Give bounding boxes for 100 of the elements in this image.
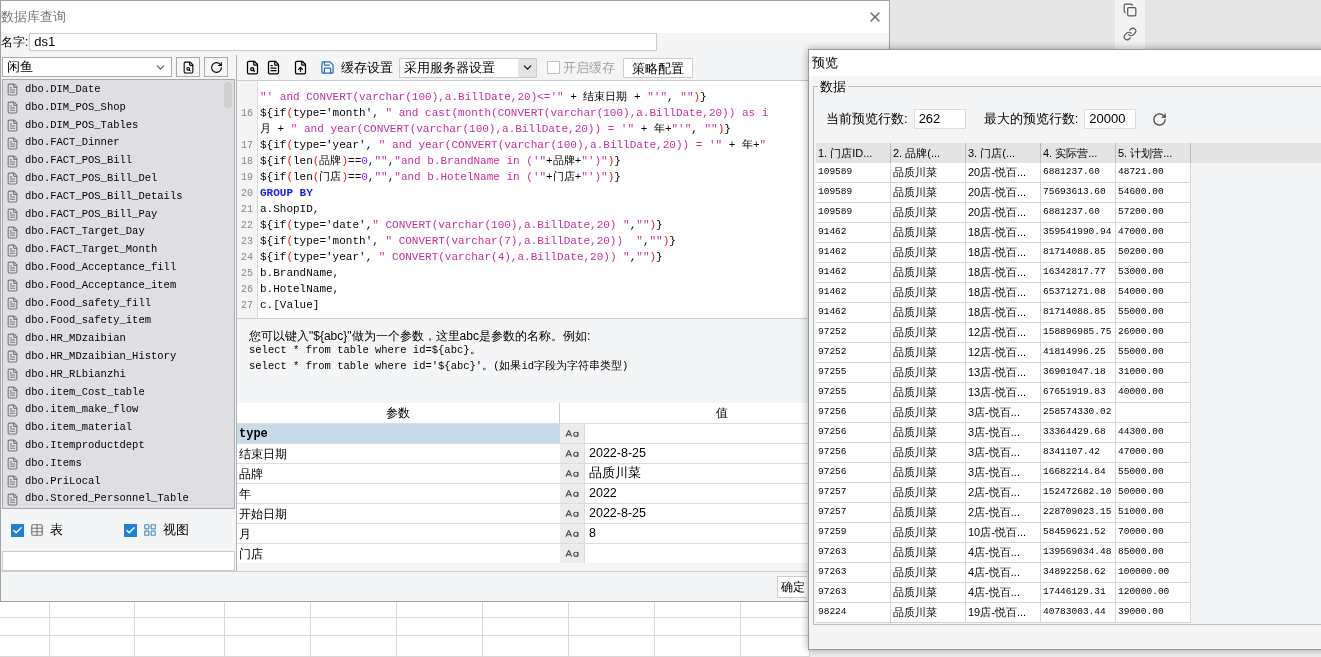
- line-number: 24: [241, 250, 253, 265]
- current-rows-field[interactable]: 262: [913, 109, 966, 129]
- param-value-field[interactable]: 2022: [584, 484, 806, 503]
- checkbox[interactable]: [11, 523, 24, 537]
- help-text: 您可以键入"${abc}"做为一个参数，这里abc是参数的名称。例如:: [249, 328, 591, 343]
- table-list-item[interactable]: dbo.FACT_POS_Bill: [3, 152, 234, 170]
- table-cell: 70000.00: [1116, 523, 1191, 543]
- table-list-item[interactable]: dbo.FACT_Dinner: [3, 134, 234, 153]
- table-cell: 85000.00: [1116, 543, 1191, 563]
- max-rows-field[interactable]: 20000: [1084, 109, 1137, 129]
- table-cell: 81714088.85: [1041, 243, 1116, 263]
- table-cell: 51000.00: [1116, 503, 1191, 523]
- param-value-field[interactable]: 品质川菜: [584, 464, 806, 483]
- table-cell: 109589: [816, 183, 891, 203]
- param-name-cell[interactable]: type: [237, 424, 560, 443]
- preview-icon[interactable]: [245, 60, 260, 75]
- table-cell: 19店-悦百...: [966, 603, 1041, 623]
- line-number: 19: [241, 170, 253, 185]
- table-list-item[interactable]: dbo.PriLocal: [3, 472, 234, 491]
- table-cell: 75693613.60: [1041, 183, 1116, 203]
- table-list-item[interactable]: dbo.FACT_POS_Bill_Del: [3, 170, 234, 188]
- table-icon: [6, 421, 19, 435]
- table-cell: 20店-悦百...: [966, 163, 1041, 183]
- table-icon: [6, 314, 19, 328]
- table-cell: 4店-悦百...: [966, 583, 1041, 603]
- line-number: 18: [241, 154, 253, 169]
- name-field[interactable]: ds1: [29, 33, 658, 51]
- name-label: 名字:: [1, 34, 29, 51]
- table-list-item[interactable]: dbo.FACT_Target_Day: [3, 223, 234, 242]
- code-line: b.HotelName,: [260, 281, 340, 297]
- table-list-item[interactable]: dbo.Food_Acceptance_fill: [3, 258, 234, 277]
- table-list-item[interactable]: dbo.item_Cost_table: [3, 383, 234, 402]
- table-list-item[interactable]: dbo.HR_MDzaibian_History: [3, 347, 234, 366]
- table-list-item[interactable]: dbo.HR_RLbianzhi: [3, 365, 234, 384]
- table-list-item[interactable]: dbo.DIM_Date: [3, 81, 234, 99]
- edit-connection-button[interactable]: [176, 57, 200, 77]
- table-cell: 20店-悦百...: [966, 183, 1041, 203]
- table-icon: [6, 207, 19, 221]
- table-cell: 品质川菜: [891, 483, 966, 503]
- param-value-field[interactable]: 2022-8-25: [584, 444, 806, 463]
- strategy-button[interactable]: 策略配置: [623, 57, 693, 78]
- table-list-item[interactable]: dbo.HR_MDzaibian: [3, 330, 234, 348]
- table-cell: 18店-悦百...: [966, 223, 1041, 243]
- link-icon[interactable]: [1123, 27, 1137, 41]
- table-cell: 97259: [816, 523, 891, 543]
- table-list-item[interactable]: dbo.Stored_Personnel_Table: [3, 490, 234, 508]
- table-list-item[interactable]: dbo.FACT_Target_Month: [3, 241, 234, 259]
- code-line: c.[Value]: [260, 297, 320, 313]
- table-cell: 18店-悦百...: [966, 303, 1041, 323]
- table-list-item[interactable]: dbo.Food_safety_item: [3, 312, 234, 331]
- table-cell: 55000.00: [1116, 343, 1191, 363]
- table-list-item[interactable]: dbo.Itemproductdept: [3, 436, 234, 455]
- code-editor[interactable]: [237, 81, 807, 319]
- table-list-item[interactable]: dbo.Items: [3, 454, 234, 473]
- cache-mode-dropdown[interactable]: 采用服务器设置: [399, 57, 537, 78]
- table-icon: [6, 350, 19, 364]
- connection-dropdown[interactable]: 闲鱼: [2, 57, 172, 77]
- table-list-item[interactable]: dbo.FACT_POS_Bill_Pay: [3, 205, 234, 224]
- table-cell: 品质川菜: [891, 443, 966, 463]
- table-list-item[interactable]: dbo.item_material: [3, 419, 234, 437]
- table-cell: 品质川菜: [891, 383, 966, 403]
- table-cell: 67651919.83: [1041, 383, 1116, 403]
- table-cell: 2店-悦百...: [966, 483, 1041, 503]
- copy-icon[interactable]: [1123, 3, 1137, 17]
- export-icon[interactable]: [293, 60, 308, 75]
- table-cell: 品质川菜: [891, 223, 966, 243]
- table-cell: 品质川菜: [891, 403, 966, 423]
- table-cell: 91462: [816, 263, 891, 283]
- table-list-item[interactable]: dbo.Food_safety_fill: [3, 294, 234, 313]
- refresh-icon[interactable]: [1152, 111, 1168, 127]
- ok-button[interactable]: 确定: [777, 575, 807, 598]
- refresh-button[interactable]: [204, 57, 228, 77]
- table-cell: 81714088.85: [1041, 303, 1116, 323]
- table-cell: 12店-悦百...: [966, 343, 1041, 363]
- table-cell: 53000.00: [1116, 263, 1191, 283]
- table-cell: 98224: [816, 603, 891, 623]
- table-cell: 品质川菜: [891, 283, 966, 303]
- param-value-field[interactable]: 8: [584, 524, 806, 543]
- table-cell: 109589: [816, 163, 891, 183]
- table-cell: 258574330.02: [1041, 403, 1116, 423]
- max-rows-label: 最大的预览行数:: [983, 110, 1079, 129]
- table-cell: 8341107.42: [1041, 443, 1116, 463]
- table-list-item[interactable]: dbo.FACT_POS_Bill_Details: [3, 187, 234, 206]
- table-cell: 品质川菜: [891, 203, 966, 223]
- table-cell: 13店-悦百...: [966, 363, 1041, 383]
- code-line: b.BrandName,: [260, 265, 340, 281]
- checkbox[interactable]: [123, 523, 137, 537]
- table-cell: 55000.00: [1116, 303, 1191, 323]
- table-list-item[interactable]: dbo.DIM_POS_Tables: [3, 116, 234, 135]
- table-list-item[interactable]: dbo.Food_Acceptance_item: [3, 276, 234, 295]
- table-list-item[interactable]: dbo.item_make_flow: [3, 401, 234, 420]
- table-cell: 18店-悦百...: [966, 283, 1041, 303]
- table-cell: 12店-悦百...: [966, 323, 1041, 343]
- table-cell: 40000.00: [1116, 383, 1191, 403]
- table-cell: 58459621.52: [1041, 523, 1116, 543]
- filter-field[interactable]: [2, 551, 235, 571]
- table-list-item[interactable]: dbo.DIM_POS_Shop: [3, 98, 234, 117]
- code-line: a.ShopID,: [260, 201, 320, 217]
- param-value-field[interactable]: 2022-8-25: [584, 504, 806, 523]
- table-icon: [6, 261, 19, 275]
